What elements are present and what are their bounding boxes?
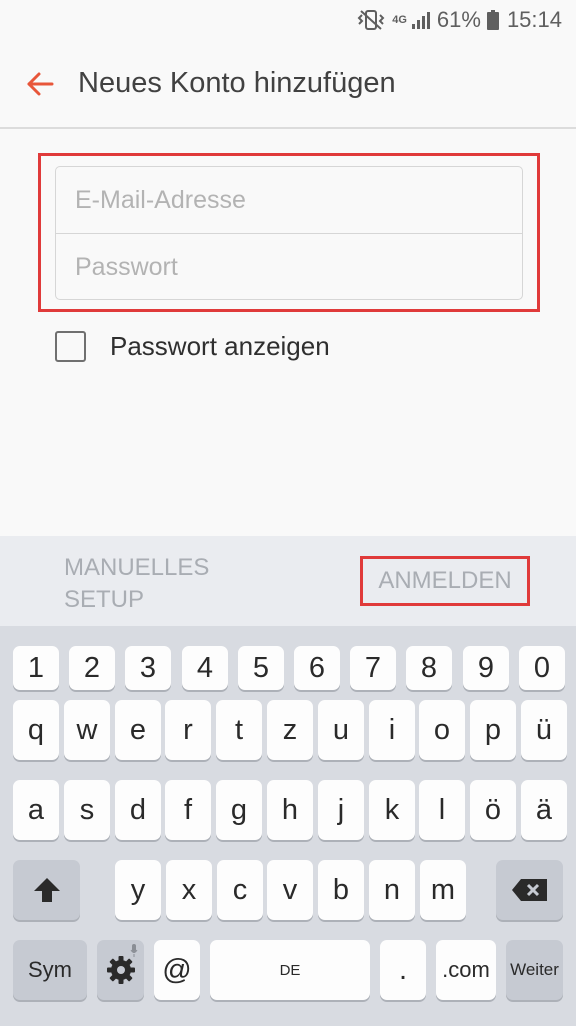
key-h[interactable]: h [267,780,313,840]
shift-icon [33,878,60,902]
key-p[interactable]: p [470,700,516,760]
key-k[interactable]: k [369,780,415,840]
shift-key[interactable] [13,860,80,920]
key-ö[interactable]: ö [470,780,516,840]
key-s[interactable]: s [64,780,110,840]
manual-setup-button[interactable]: MANUELLES SETUP [64,552,264,616]
key-o[interactable]: o [419,700,465,760]
password-field[interactable] [56,234,522,300]
key-6[interactable]: 6 [294,646,340,690]
key-v[interactable]: v [267,860,313,920]
key-m[interactable]: m [420,860,466,920]
key-8[interactable]: 8 [406,646,452,690]
show-password-label: Passwort anzeigen [110,330,330,361]
key-0[interactable]: 0 [519,646,565,690]
key-5[interactable]: 5 [238,646,284,690]
key-2[interactable]: 2 [69,646,115,690]
backspace-icon [511,879,547,901]
status-time: 15:14 [506,7,562,32]
key-a[interactable]: a [13,780,59,840]
battery-icon [486,10,499,30]
key-1[interactable]: 1 [13,646,59,690]
app-bar: Neues Konto hinzufügen [0,40,576,129]
at-key[interactable]: @ [154,940,200,1000]
key-c[interactable]: c [217,860,263,920]
space-key[interactable]: DE [210,940,370,1000]
credentials-card [55,166,523,300]
signal-icon [411,10,431,30]
key-f[interactable]: f [165,780,211,840]
sym-key[interactable]: Sym [13,940,87,1000]
network-4g-icon: 4G [392,13,407,26]
key-e[interactable]: e [115,700,161,760]
middle-letter-row: asdfghjklöä [0,780,576,844]
key-4[interactable]: 4 [182,646,228,690]
key-b[interactable]: b [318,860,364,920]
page-title: Neues Konto hinzufügen [78,67,396,99]
key-w[interactable]: w [64,700,110,760]
bottom-row: Sym @ DE . .com Weiter [0,940,576,1004]
key-x[interactable]: x [166,860,212,920]
number-row: 1234567890 [0,636,576,700]
key-i[interactable]: i [369,700,415,760]
arrow-left-icon [27,72,54,96]
action-bar: MANUELLES SETUP ANMELDEN [0,536,576,626]
backspace-key[interactable] [496,860,563,920]
key-l[interactable]: l [419,780,465,840]
key-y[interactable]: y [115,860,161,920]
key-z[interactable]: z [267,700,313,760]
key-7[interactable]: 7 [350,646,396,690]
key-ü[interactable]: ü [521,700,567,760]
next-key[interactable]: Weiter [506,940,563,1000]
email-field[interactable] [56,167,522,233]
key-9[interactable]: 9 [463,646,509,690]
key-u[interactable]: u [318,700,364,760]
key-q[interactable]: q [13,700,59,760]
battery-level: 61% [436,7,481,32]
show-password-row[interactable]: Passwort anzeigen [55,328,330,364]
key-n[interactable]: n [369,860,415,920]
microphone-icon [130,944,138,957]
settings-key[interactable] [97,940,144,1000]
key-t[interactable]: t [216,700,262,760]
settings-icon [106,956,135,984]
network-type: 4G [392,13,407,26]
key-r[interactable]: r [165,700,211,760]
keyboard: 1234567890 qwertzuiopü asdfghjklöä yxcvb… [0,626,576,1026]
period-key[interactable]: . [380,940,426,1000]
key-3[interactable]: 3 [125,646,171,690]
key-j[interactable]: j [318,780,364,840]
key-g[interactable]: g [216,780,262,840]
key-ä[interactable]: ä [521,780,567,840]
dotcom-key[interactable]: .com [436,940,496,1000]
top-letter-row: qwertzuiopü [0,700,576,764]
bottom-letter-row: yxcvbnm [0,860,576,924]
back-button[interactable] [20,64,60,104]
show-password-checkbox[interactable] [55,330,86,362]
status-bar: 4G 61% 15:14 [0,0,576,40]
key-d[interactable]: d [115,780,161,840]
vibrate-icon [356,9,386,31]
login-button[interactable]: ANMELDEN [365,561,525,601]
